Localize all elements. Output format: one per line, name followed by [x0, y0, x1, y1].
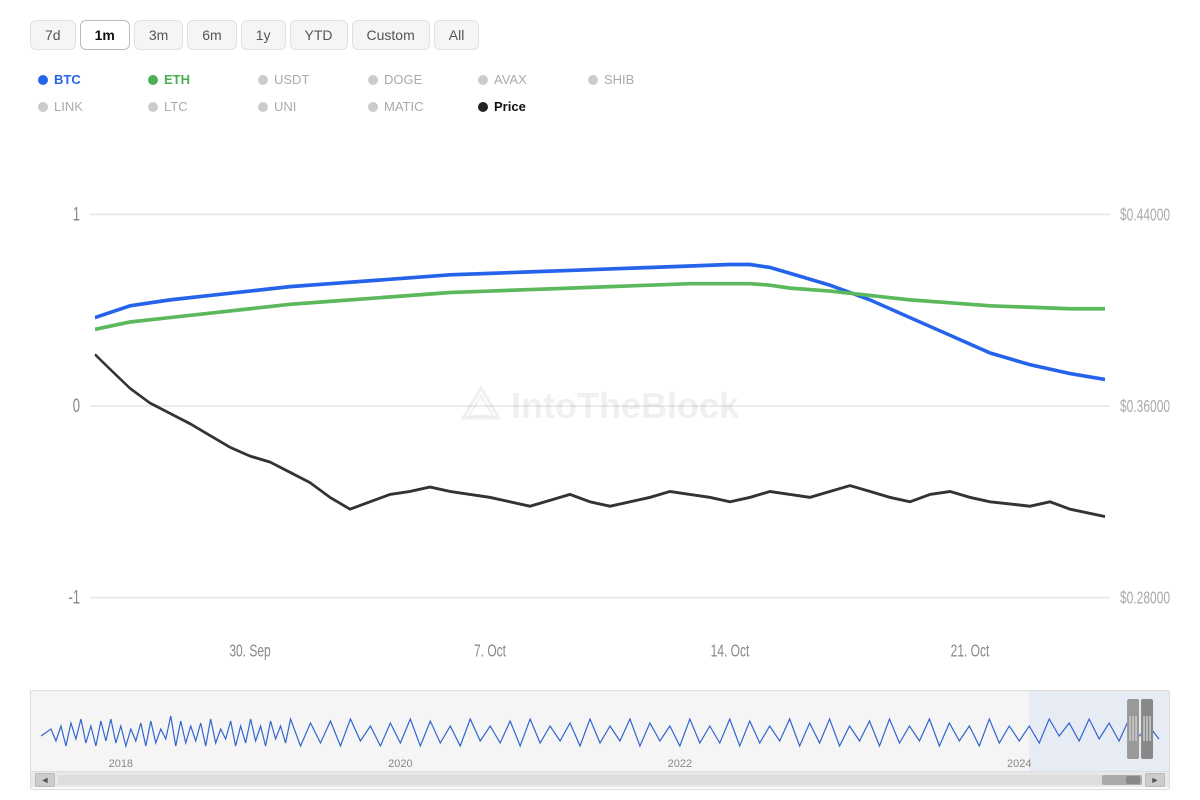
btc-dot [38, 75, 48, 85]
time-range-toolbar: 7d 1m 3m 6m 1y YTD Custom All [30, 20, 1170, 50]
btn-7d[interactable]: 7d [30, 20, 76, 50]
legend-doge[interactable]: DOGE [360, 68, 470, 91]
usdt-dot [258, 75, 268, 85]
eth-label: ETH [164, 72, 190, 87]
btn-1m[interactable]: 1m [80, 20, 130, 50]
svg-text:2020: 2020 [388, 758, 412, 770]
main-svg: 1 0 -1 $0.440000 $0.360000 $0.280000 30.… [30, 126, 1170, 686]
usdt-label: USDT [274, 72, 309, 87]
scroll-track[interactable] [58, 775, 1142, 785]
svg-text:7. Oct: 7. Oct [474, 641, 507, 661]
avax-dot [478, 75, 488, 85]
btn-1y[interactable]: 1y [241, 20, 286, 50]
navigator-scrollbar[interactable]: ◄ ► [31, 771, 1169, 787]
scroll-handle-grip [1126, 776, 1140, 784]
svg-text:-1: -1 [68, 587, 80, 608]
legend-price[interactable]: Price [470, 95, 580, 118]
svg-text:1: 1 [73, 204, 80, 225]
svg-text:14. Oct: 14. Oct [711, 641, 750, 661]
ltc-label: LTC [164, 99, 188, 114]
ltc-dot [148, 102, 158, 112]
main-container: 7d 1m 3m 6m 1y YTD Custom All BTC ETH US… [0, 0, 1200, 800]
btn-all[interactable]: All [434, 20, 480, 50]
chart-legend: BTC ETH USDT DOGE AVAX SHIB [30, 68, 1170, 118]
navigator-svg: 2018 2020 2022 2024 [31, 691, 1169, 771]
legend-matic[interactable]: MATIC [360, 95, 470, 118]
avax-label: AVAX [494, 72, 527, 87]
legend-usdt[interactable]: USDT [250, 68, 360, 91]
btn-ytd[interactable]: YTD [290, 20, 348, 50]
price-label: Price [494, 99, 526, 114]
shib-dot [588, 75, 598, 85]
doge-label: DOGE [384, 72, 422, 87]
svg-text:0: 0 [73, 396, 80, 417]
matic-dot [368, 102, 378, 112]
scroll-left-arrow[interactable]: ◄ [35, 773, 55, 787]
svg-text:2018: 2018 [109, 758, 133, 770]
uni-dot [258, 102, 268, 112]
svg-text:2024: 2024 [1007, 758, 1031, 770]
svg-text:$0.360000: $0.360000 [1120, 397, 1170, 417]
svg-text:$0.440000: $0.440000 [1120, 205, 1170, 225]
legend-btc[interactable]: BTC [30, 68, 140, 91]
main-chart-wrapper: IntoTheBlock 1 0 -1 $0.440000 $0.360000 … [30, 126, 1170, 790]
btn-3m[interactable]: 3m [134, 20, 183, 50]
legend-row-2: LINK LTC UNI MATIC Price [30, 95, 1170, 118]
btn-custom[interactable]: Custom [352, 20, 430, 50]
scroll-handle[interactable] [1102, 775, 1142, 785]
scroll-right-arrow[interactable]: ► [1145, 773, 1165, 787]
eth-dot [148, 75, 158, 85]
svg-text:30. Sep: 30. Sep [229, 641, 270, 661]
svg-text:21. Oct: 21. Oct [951, 641, 990, 661]
legend-uni[interactable]: UNI [250, 95, 360, 118]
legend-row-1: BTC ETH USDT DOGE AVAX SHIB [30, 68, 1170, 91]
legend-avax[interactable]: AVAX [470, 68, 580, 91]
shib-label: SHIB [604, 72, 634, 87]
price-dot [478, 102, 488, 112]
svg-text:$0.280000: $0.280000 [1120, 588, 1170, 608]
link-label: LINK [54, 99, 83, 114]
btn-6m[interactable]: 6m [187, 20, 236, 50]
svg-text:2022: 2022 [668, 758, 692, 770]
matic-label: MATIC [384, 99, 423, 114]
link-dot [38, 102, 48, 112]
legend-shib[interactable]: SHIB [580, 68, 690, 91]
legend-link[interactable]: LINK [30, 95, 140, 118]
navigator-container: 2018 2020 2022 2024 ◄ [30, 690, 1170, 790]
chart-area: IntoTheBlock 1 0 -1 $0.440000 $0.360000 … [30, 126, 1170, 686]
doge-dot [368, 75, 378, 85]
uni-label: UNI [274, 99, 296, 114]
btc-label: BTC [54, 72, 81, 87]
legend-ltc[interactable]: LTC [140, 95, 250, 118]
legend-eth[interactable]: ETH [140, 68, 250, 91]
